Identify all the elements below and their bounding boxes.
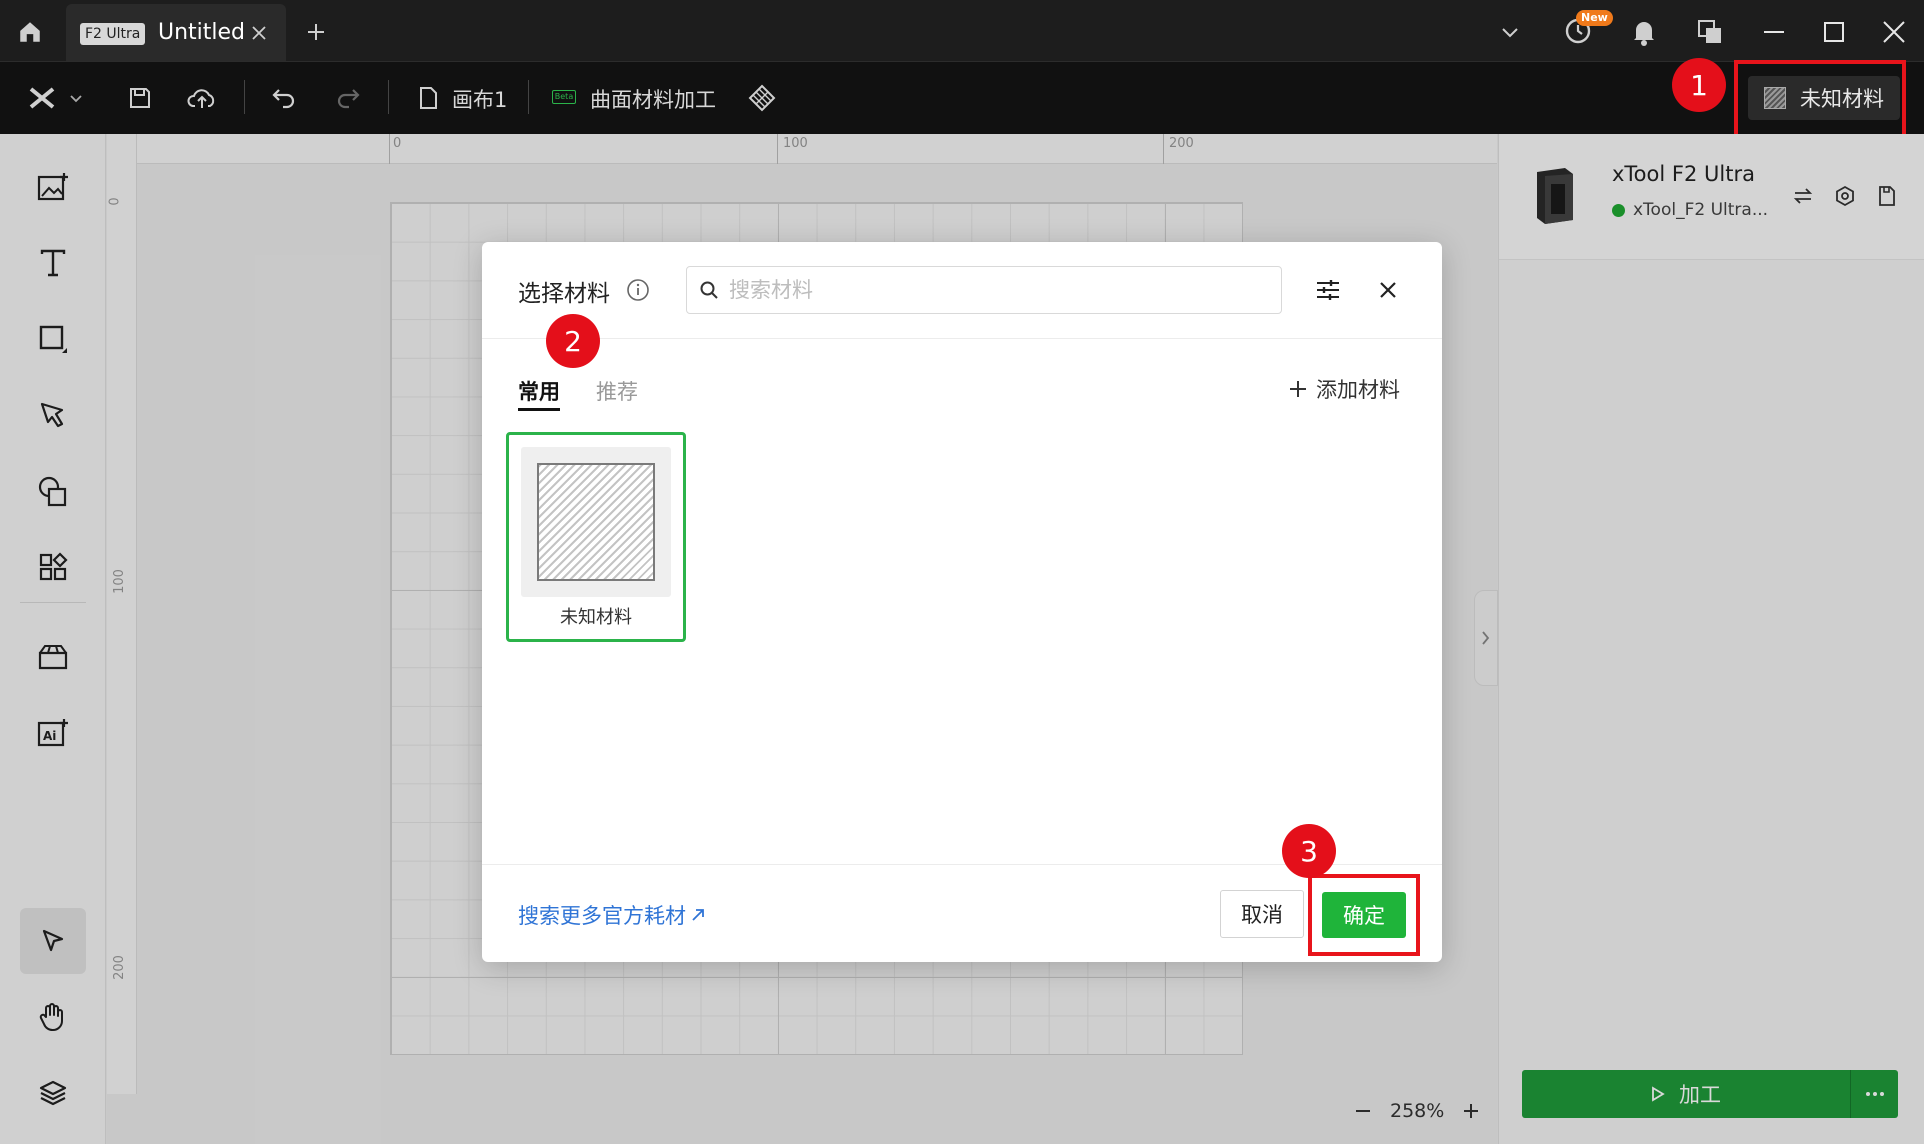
redo-icon[interactable] bbox=[330, 80, 366, 116]
info-icon[interactable] bbox=[626, 278, 650, 302]
dialog-close-icon[interactable] bbox=[1372, 274, 1404, 306]
filter-icon[interactable] bbox=[1312, 274, 1344, 306]
document-tab[interactable]: F2 Ultra Untitled bbox=[66, 4, 286, 61]
main-toolbar: 画布1 Beta 曲面材料加工 未知材料 bbox=[0, 62, 1924, 134]
home-icon[interactable] bbox=[14, 16, 46, 48]
close-tab-icon[interactable] bbox=[246, 20, 272, 46]
more-materials-label: 搜索更多官方耗材 bbox=[518, 904, 686, 928]
material-search-box[interactable] bbox=[686, 266, 1282, 314]
highlight-box-3 bbox=[1308, 874, 1420, 956]
toolbar-divider bbox=[528, 80, 529, 114]
more-materials-link[interactable]: 搜索更多官方耗材 bbox=[518, 900, 706, 930]
bell-icon[interactable] bbox=[1626, 14, 1662, 50]
external-link-icon bbox=[690, 907, 706, 923]
highlight-box-1 bbox=[1734, 60, 1906, 140]
maximize-icon[interactable] bbox=[1816, 14, 1852, 50]
title-bar: F2 Ultra Untitled New bbox=[0, 0, 1924, 62]
material-search-input[interactable] bbox=[729, 278, 1249, 302]
grid-tool-icon[interactable] bbox=[744, 80, 780, 116]
menu-chevron-icon[interactable] bbox=[64, 84, 88, 112]
material-card-unknown[interactable]: 未知材料 bbox=[506, 432, 686, 642]
toolbar-divider bbox=[244, 80, 245, 114]
dialog-header-divider bbox=[482, 338, 1442, 339]
dialog-title: 选择材料 bbox=[518, 281, 610, 307]
material-thumbnail bbox=[521, 447, 671, 597]
windows-icon[interactable] bbox=[1692, 14, 1728, 50]
tab-common[interactable]: 常用 bbox=[518, 376, 560, 406]
xtool-logo-icon[interactable] bbox=[24, 80, 60, 116]
close-window-icon[interactable] bbox=[1876, 14, 1912, 50]
tab-recommend[interactable]: 推荐 bbox=[596, 376, 638, 406]
curved-material-label[interactable]: 曲面材料加工 bbox=[590, 84, 716, 114]
undo-icon[interactable] bbox=[266, 80, 302, 116]
add-tab-icon[interactable] bbox=[300, 16, 332, 48]
callout-1: 1 bbox=[1672, 58, 1726, 112]
chevron-down-icon[interactable] bbox=[1494, 16, 1526, 48]
cloud-upload-icon[interactable] bbox=[184, 80, 220, 116]
canvas-file-icon[interactable] bbox=[414, 82, 442, 114]
search-icon bbox=[699, 280, 719, 300]
callout-3: 3 bbox=[1282, 824, 1336, 878]
save-icon[interactable] bbox=[122, 80, 158, 116]
beta-badge: Beta bbox=[552, 90, 576, 104]
add-material-label: 添加材料 bbox=[1316, 378, 1400, 402]
active-tab-indicator bbox=[518, 408, 560, 411]
cancel-button[interactable]: 取消 bbox=[1220, 890, 1304, 938]
material-card-label: 未知材料 bbox=[560, 607, 632, 628]
material-pattern-icon bbox=[537, 463, 655, 581]
canvas-label[interactable]: 画布1 bbox=[452, 84, 507, 114]
tab-device-badge: F2 Ultra bbox=[80, 23, 146, 45]
plus-icon bbox=[1288, 379, 1308, 399]
minimize-icon[interactable] bbox=[1756, 14, 1792, 50]
new-badge: New bbox=[1576, 10, 1613, 26]
toolbar-divider bbox=[388, 80, 389, 114]
add-material-button[interactable]: 添加材料 bbox=[1288, 374, 1400, 404]
callout-2: 2 bbox=[546, 314, 600, 368]
tab-title: Untitled bbox=[158, 20, 246, 45]
